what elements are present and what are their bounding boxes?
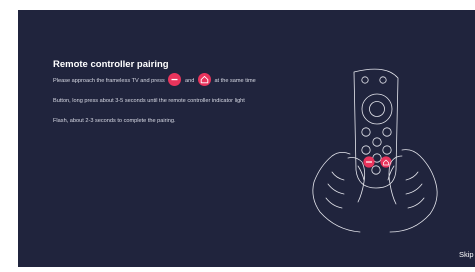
screen: Remote controller pairing Please approac…	[0, 0, 475, 272]
instruction-text-and: and	[184, 77, 195, 84]
page-title: Remote controller pairing	[53, 59, 169, 70]
instruction-text-start: Please approach the frameless TV and pre…	[53, 77, 165, 84]
remote-in-hands-illustration	[312, 68, 438, 233]
home-key-icon	[197, 73, 211, 86]
highlighted-back-key-icon	[363, 156, 375, 168]
instruction-line-1: Please approach the frameless TV and pre…	[53, 73, 256, 87]
back-key-icon	[168, 73, 182, 86]
pairing-screen: Remote controller pairing Please approac…	[18, 10, 475, 267]
instruction-text-end: at the same time	[214, 77, 256, 84]
instruction-line-2: Button, long press about 3-5 seconds unt…	[53, 98, 245, 104]
skip-button[interactable]: Skip	[459, 250, 474, 259]
instruction-line-3: Flash, about 2-3 seconds to complete the…	[53, 118, 176, 124]
